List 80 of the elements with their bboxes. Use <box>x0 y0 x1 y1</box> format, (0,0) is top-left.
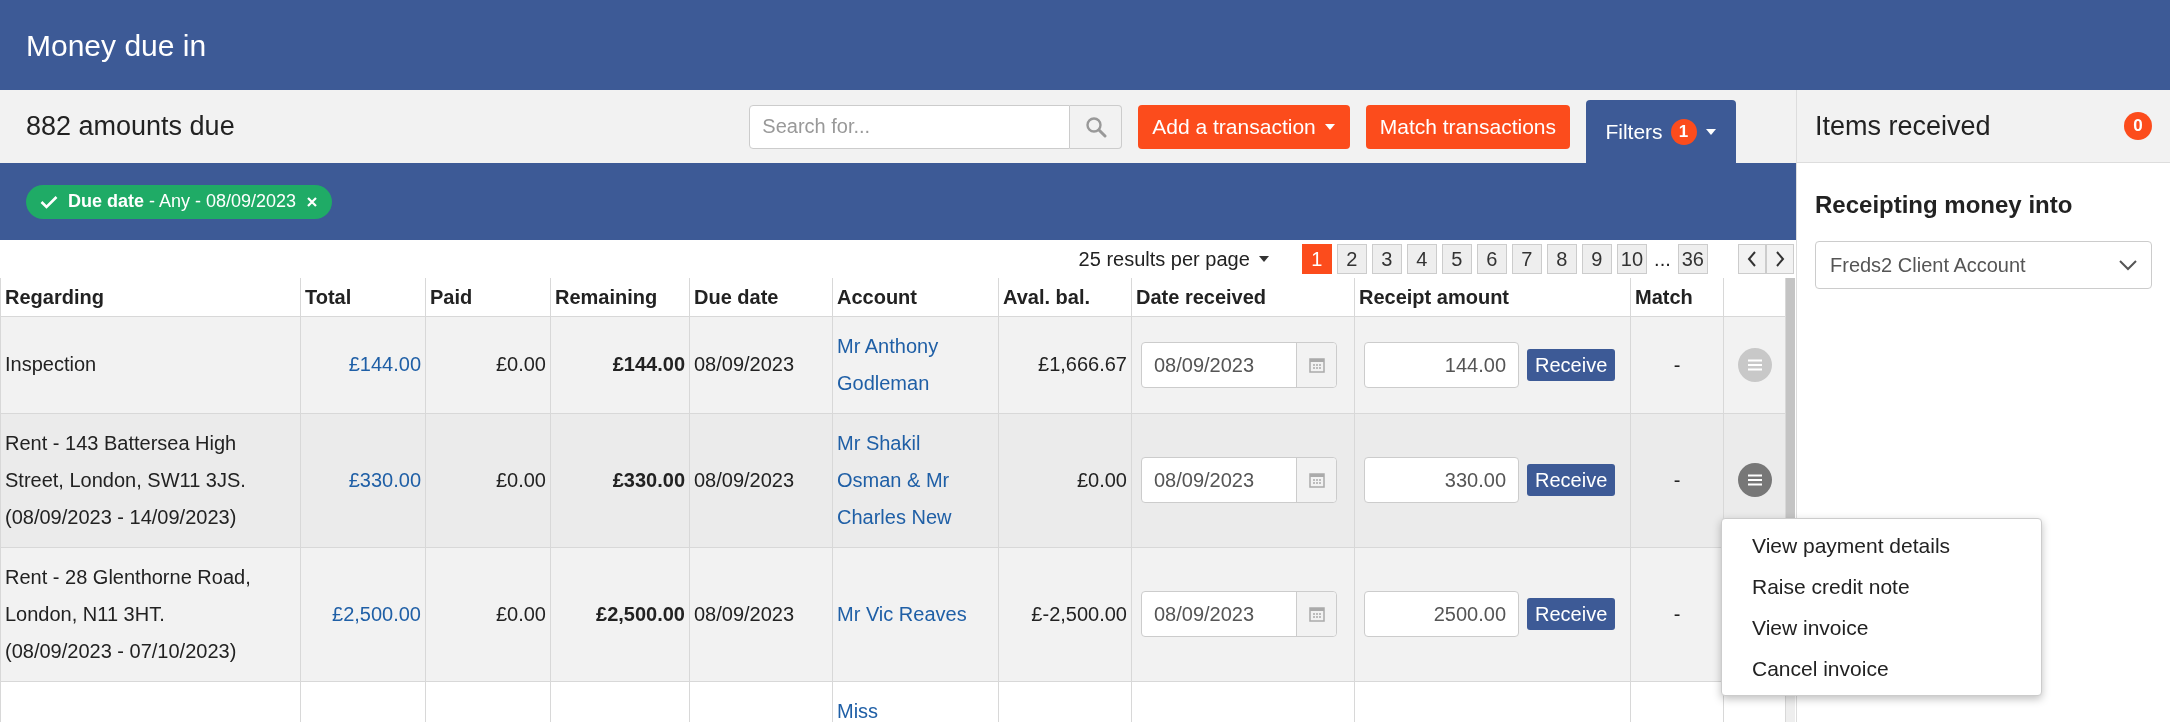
page-button[interactable]: 6 <box>1476 244 1507 274</box>
page-button[interactable]: 7 <box>1511 244 1542 274</box>
check-icon <box>40 194 58 209</box>
account-select[interactable]: Freds2 Client Account <box>1815 241 2152 289</box>
column-header: Remaining <box>555 285 658 308</box>
search-field[interactable]: Search for... <box>749 104 1071 149</box>
table-cell: £1,666.67 <box>1038 353 1127 375</box>
page-button[interactable]: 3 <box>1371 244 1402 274</box>
table-cell: 08/09/2023 <box>694 353 795 375</box>
menu-item[interactable]: Raise credit note <box>1722 566 2041 607</box>
table-cell: - <box>1673 469 1681 491</box>
column-header: Receipt amount <box>1359 285 1510 308</box>
page-ellipsis: ... <box>1653 247 1672 272</box>
per-page-dropdown[interactable]: 25 results per page <box>1078 244 1270 274</box>
menu-item[interactable]: View payment details <box>1722 525 2041 566</box>
table-cell: £0.00 <box>495 468 546 491</box>
table-cell: 08/09/2023 <box>694 468 795 491</box>
menu-button[interactable] <box>1737 463 1772 497</box>
page-button[interactable]: 2 <box>1336 244 1367 274</box>
table-cell: 08/09/2023 <box>694 602 795 625</box>
page-button[interactable]: 9 <box>1581 244 1612 274</box>
column-header: Total <box>305 285 352 308</box>
chevron-left-icon <box>1747 251 1757 267</box>
column-header: Regarding <box>5 285 104 308</box>
page-title: Money due in <box>26 27 207 64</box>
search-icon <box>1084 115 1107 138</box>
receive-button[interactable]: Receive <box>1527 464 1616 496</box>
search-button[interactable] <box>1070 104 1123 149</box>
column-header: Date received <box>1136 285 1267 308</box>
page-button[interactable]: 5 <box>1441 244 1472 274</box>
page-button[interactable]: 8 <box>1546 244 1577 274</box>
page-button[interactable]: 4 <box>1406 244 1437 274</box>
amount-field[interactable]: 144.00 <box>1364 341 1519 388</box>
table-cell: £0.00 <box>1076 468 1127 491</box>
count-badge: 1 <box>1670 118 1697 145</box>
chevron-down-icon <box>2119 259 2137 271</box>
column-header: Aval. bal. <box>1003 285 1091 308</box>
table-cell: - <box>1673 603 1681 625</box>
table-cell: £0.00 <box>495 353 546 375</box>
page-button[interactable]: 10 <box>1616 244 1648 274</box>
table-cell: £144.00 <box>612 353 685 375</box>
table-cell-text: Inspection <box>5 352 98 377</box>
date-field[interactable]: 08/09/2023 <box>1141 457 1337 503</box>
menu-item[interactable]: Cancel invoice <box>1722 648 2041 689</box>
page-button[interactable]: 36 <box>1677 244 1708 274</box>
filters-tab[interactable]: Filters 1 <box>1586 100 1736 163</box>
table-cell: - <box>1673 353 1681 376</box>
result-count: 882 amounts due <box>26 110 235 144</box>
table-cell: £0.00 <box>495 602 546 625</box>
amount-field[interactable]: 330.00 <box>1364 457 1519 503</box>
date-field[interactable]: 08/09/2023 <box>1141 591 1337 637</box>
caret-icon <box>1323 122 1336 131</box>
table-cell: £-2,500.00 <box>1031 602 1127 625</box>
date-field[interactable]: 08/09/2023 <box>1141 341 1337 388</box>
column-header: Due date <box>694 285 779 308</box>
receive-button[interactable]: Receive <box>1527 348 1616 381</box>
column-header: Paid <box>430 285 473 308</box>
previous-page-button[interactable] <box>1738 244 1766 274</box>
caret-icon <box>1257 255 1270 263</box>
caret-icon <box>1704 127 1717 136</box>
menu-item[interactable]: View invoice <box>1722 607 2041 648</box>
column-header: Match <box>1635 285 1693 308</box>
panel-title: Items received <box>1815 109 1991 143</box>
next-page-button[interactable] <box>1766 244 1794 274</box>
table-cell-text: Rent - 28 Glenthorne Road, London, N11 3HT. (08/09/2023 - 07/10/2023) <box>5 564 252 664</box>
column-header: Account <box>837 285 917 308</box>
count-badge: 0 <box>2124 112 2152 140</box>
calendar-icon[interactable] <box>1308 472 1325 488</box>
menu-icon <box>1746 358 1763 371</box>
calendar-icon[interactable] <box>1308 606 1325 622</box>
receive-button[interactable]: Receive <box>1527 598 1616 630</box>
calendar-icon[interactable] <box>1308 356 1325 373</box>
menu-icon <box>1746 474 1763 486</box>
table-cell-text: Rent - 143 Battersea High Street, London, SW11 3JS. (08/09/2023 - 14/09/2023) <box>5 430 247 530</box>
section-title: Receipting money into <box>1815 190 2074 220</box>
table-cell: £330.00 <box>612 468 685 491</box>
table-cell: £2,500.00 <box>596 602 685 625</box>
close-icon[interactable] <box>306 195 319 208</box>
chevron-right-icon <box>1775 251 1785 267</box>
amount-field[interactable]: 2500.00 <box>1364 591 1519 637</box>
